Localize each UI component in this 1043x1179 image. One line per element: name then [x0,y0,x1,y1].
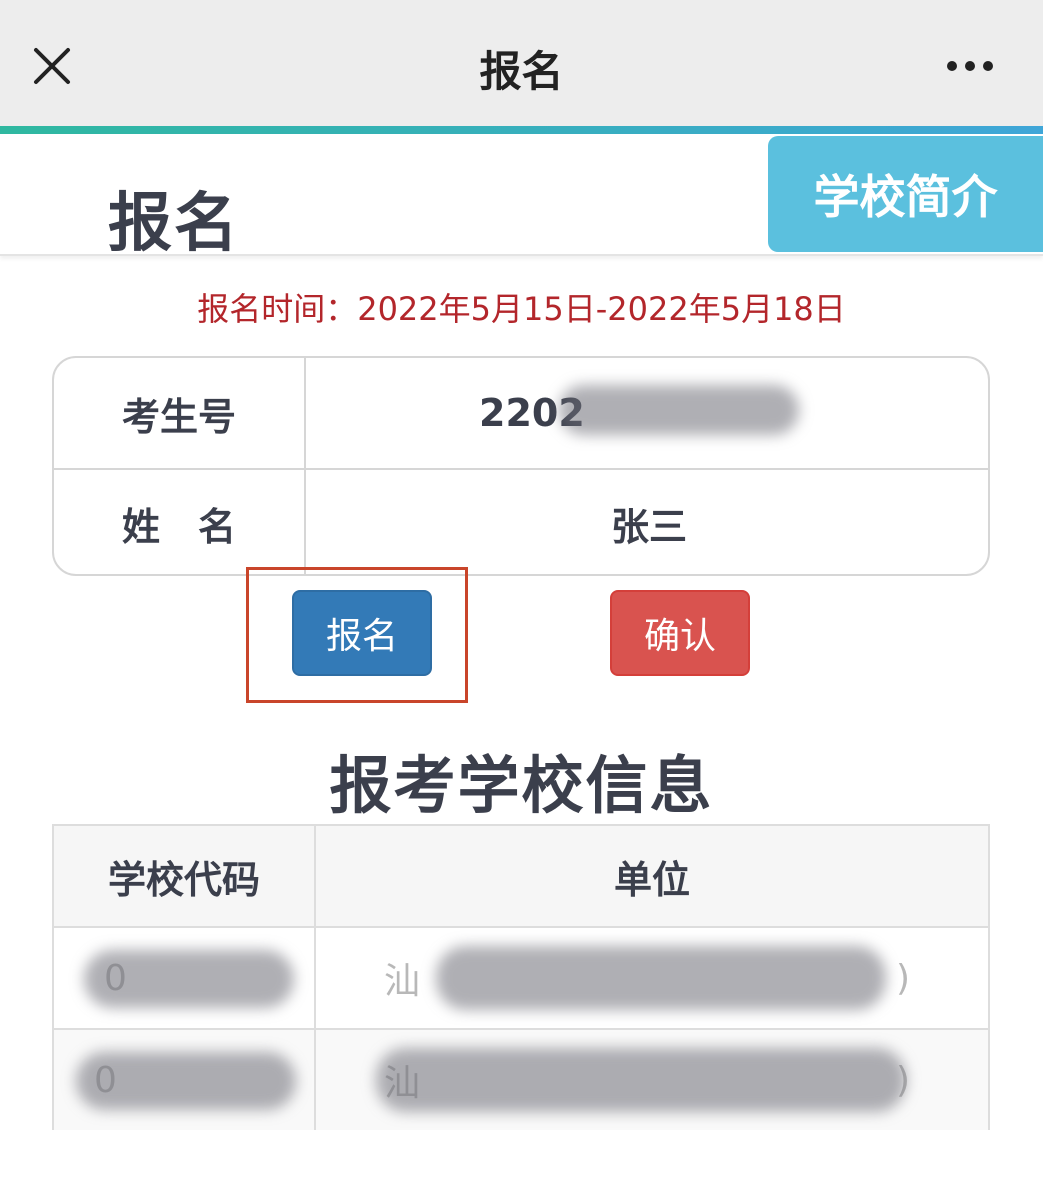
column-header-school-code: 学校代码 [54,826,316,926]
confirm-button[interactable]: 确认 [610,590,750,676]
table-row[interactable]: 0 汕 ) [54,1030,988,1130]
loading-progress-strip [0,126,1043,134]
redaction-blur [436,946,886,1010]
unit-cell: 汕 ) [316,1030,988,1130]
school-code-cell: 0 [54,928,316,1028]
unit-prefix-visible: 汕 [384,961,421,1002]
candidate-name-value: 张三 [610,504,687,549]
school-code-cell: 0 [54,1030,316,1130]
register-button[interactable]: 报名 [292,590,432,676]
table-row[interactable]: 0 汕 ) [54,928,988,1030]
redaction-blur [559,385,799,435]
candidate-name-label: 姓 名 [54,468,306,574]
candidate-info-card: 考生号 2202 姓 名 张三 [52,356,990,576]
page-title: 报名 [108,187,240,261]
top-nav-bar: 报名 [0,0,1043,128]
more-options-icon[interactable] [940,56,1000,76]
unit-cell: 汕 ) [316,928,988,1028]
candidate-id-value: 2202 [306,358,988,468]
school-intro-tab[interactable]: 学校简介 [768,136,1043,252]
redaction-blur [376,1048,906,1112]
column-header-unit: 单位 [613,857,690,902]
registration-time-text: 报名时间：2022年5月15日-2022年5月18日 [197,290,846,328]
school-info-table: 学校代码 单位 0 汕 ) 0 汕 ) [52,824,990,1130]
nav-title: 报名 [479,47,564,96]
candidate-name-row: 姓 名 张三 [54,468,988,574]
redaction-blur [84,950,294,1008]
unit-suffix-visible: ) [896,957,911,999]
page-header: 报名 学校简介 [0,134,1043,261]
table-header-row: 学校代码 单位 [54,826,988,928]
candidate-id-row: 考生号 2202 [54,358,988,470]
candidate-id-label: 考生号 [54,358,306,468]
school-info-title: 报考学校信息 [329,749,714,822]
redaction-blur [76,1052,296,1110]
